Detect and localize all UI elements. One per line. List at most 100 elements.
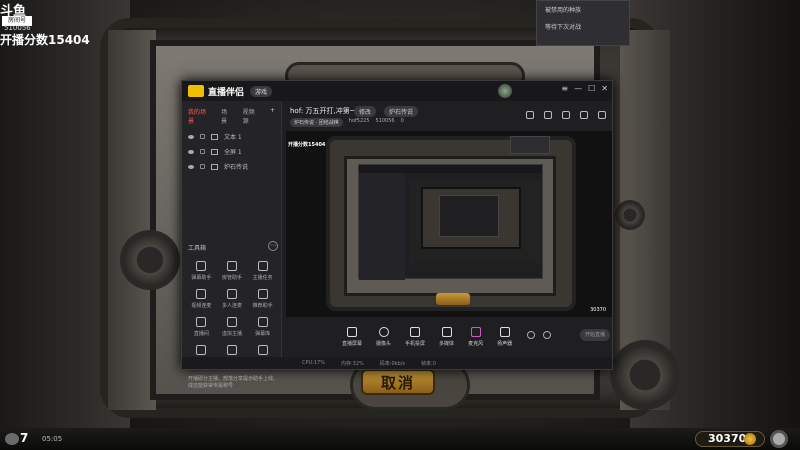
more-icon[interactable]: ⋯ (268, 241, 278, 251)
tool-label: 多人连麦 (221, 303, 242, 309)
tool-label: 视频连麦 (191, 303, 212, 309)
tool-virtual-host[interactable]: 虚拟主播 (217, 317, 248, 337)
menu-icon[interactable]: ≡ (561, 84, 568, 93)
edit-title-button[interactable]: 修改 (354, 106, 377, 117)
coin-icon (744, 433, 756, 445)
tool-label: 扬声器 (497, 341, 513, 347)
player-icon (5, 433, 19, 445)
camera-button[interactable]: 摄像头 (376, 327, 391, 347)
admin-icon (226, 261, 237, 271)
tool-danmaku[interactable]: 弹幕助手 (186, 261, 217, 281)
screen-icon (347, 327, 357, 337)
maximize-icon[interactable]: ☐ (588, 84, 595, 93)
lock-icon[interactable] (200, 149, 205, 154)
app-name: 直播伴侣 (208, 87, 245, 98)
avatar[interactable] (498, 84, 512, 98)
share-icon[interactable] (526, 111, 534, 119)
link-icon[interactable] (598, 111, 606, 119)
game-cancel-button[interactable]: 取消 (361, 369, 435, 395)
settings-icon[interactable] (562, 111, 570, 119)
tab-my-scenes[interactable]: 我的场景 (188, 107, 211, 125)
tool-recommend[interactable]: 推荐助手 (247, 289, 278, 309)
game-category[interactable]: 炉石传说 · 团结战棋 (290, 118, 343, 127)
screen-capture-button[interactable]: 直播屏幕 (342, 327, 362, 347)
extra-controls (527, 331, 551, 339)
speaker-button[interactable]: 扬声器 (497, 327, 512, 347)
bitrate-status: 码率:0kb/s (379, 360, 406, 367)
tab-sources[interactable]: 视频源 (243, 107, 260, 125)
tool-label: 主播任务 (252, 275, 273, 281)
tool-label: 手机投屏 (405, 341, 426, 347)
stream-title: hof: 万五开打,冲第一 (290, 107, 357, 115)
tool-extra-2[interactable] (217, 345, 248, 355)
player-count: 7 (20, 431, 29, 445)
nested-titlebar (359, 165, 542, 173)
settings-icon[interactable] (543, 331, 551, 339)
media-icon (441, 327, 452, 337)
eye-icon[interactable] (188, 134, 194, 139)
video-link-icon (196, 289, 207, 299)
tool-label: 直播间 (193, 331, 209, 337)
app-logo-icon (188, 85, 204, 97)
close-icon[interactable]: ✕ (601, 84, 608, 93)
record-icon[interactable] (527, 331, 535, 339)
eye-icon[interactable] (188, 164, 194, 169)
tool-multi-link[interactable]: 多人连麦 (217, 289, 248, 309)
gift-icon[interactable] (544, 111, 552, 119)
source-label: 全屏 1 (224, 149, 242, 156)
add-source-icon[interactable]: + (270, 107, 275, 125)
app-titlebar: 直播伴侣 游戏 ≡ — ☐ ✕ (182, 81, 612, 101)
text-source-icon (211, 133, 218, 140)
tool-icon (226, 345, 237, 355)
phone-cast-button[interactable]: 手机投屏 (405, 327, 425, 347)
room-id: 510056 (375, 118, 395, 124)
start-live-button[interactable]: 开始直播 (580, 329, 610, 341)
preview-cancel-button (436, 293, 470, 305)
danmaku-icon (196, 261, 207, 271)
tool-tasks[interactable]: 主播任务 (247, 261, 278, 281)
preview-score: 开播分数15404 (288, 142, 326, 148)
stream-preview[interactable]: 开播分数15404 30370 (286, 131, 612, 317)
lock-icon[interactable] (200, 164, 205, 169)
game-timer: 05:05 (42, 435, 63, 443)
tool-room-admin[interactable]: 房管助手 (217, 261, 248, 281)
fps-status: 帧率:0 (421, 360, 436, 367)
gear-icon (610, 340, 680, 410)
banned-race-text: 被禁用的种族 (545, 7, 582, 14)
board-side-left (108, 30, 156, 410)
source-item[interactable]: 全屏 1 (182, 144, 281, 159)
bell-icon[interactable] (580, 111, 588, 119)
tool-extra-1[interactable] (186, 345, 217, 355)
status-bar: CPU:17% 内存:32% 码率:0kb/s 帧率:0 (182, 357, 612, 369)
minimize-icon[interactable]: — (574, 84, 582, 93)
tool-live-room[interactable]: 直播间 (186, 317, 217, 337)
source-item[interactable]: 文本 1 (182, 129, 281, 144)
tool-icon (196, 345, 207, 355)
bottom-toolbar: 直播屏幕 摄像头 手机投屏 多媒体 麦克风 扬声器 (342, 327, 512, 347)
settings-gear-icon[interactable] (770, 430, 788, 448)
toolbox-grid: 弹幕助手 房管助手 主播任务 视频连麦 多人连麦 推荐助手 直播间 虚拟主播 弹… (186, 261, 278, 355)
lock-icon[interactable] (200, 134, 205, 139)
category-button[interactable]: 炉石传说 (384, 106, 419, 117)
source-label: 炉石传说 (224, 164, 249, 171)
game-bottom-bar (0, 428, 800, 450)
mic-button[interactable]: 麦克风 (468, 327, 483, 347)
eye-icon[interactable] (188, 149, 194, 154)
library-icon (257, 317, 268, 327)
heat-count: 0 (400, 118, 404, 124)
window-controls: ≡ — ☐ ✕ (561, 84, 608, 93)
source-item[interactable]: 炉石传说 (182, 159, 281, 174)
download-icon (257, 345, 268, 355)
tool-extra-3[interactable] (247, 345, 278, 355)
media-button[interactable]: 多媒体 (439, 327, 454, 347)
screen-source-icon (211, 148, 218, 155)
stream-info-row: 炉石传说 · 团结战棋 hof5225 510056 0 (290, 118, 404, 127)
task-icon (257, 261, 268, 271)
tab-scenes[interactable]: 场景 (221, 107, 233, 125)
phone-icon (410, 327, 421, 337)
source-label: 文本 1 (224, 134, 242, 141)
tool-danmaku-lib[interactable]: 弹幕库 (247, 317, 278, 337)
app-mode-badge[interactable]: 游戏 (250, 85, 273, 97)
tool-video-link[interactable]: 视频连麦 (186, 289, 217, 309)
tool-label: 麦克风 (468, 341, 484, 347)
